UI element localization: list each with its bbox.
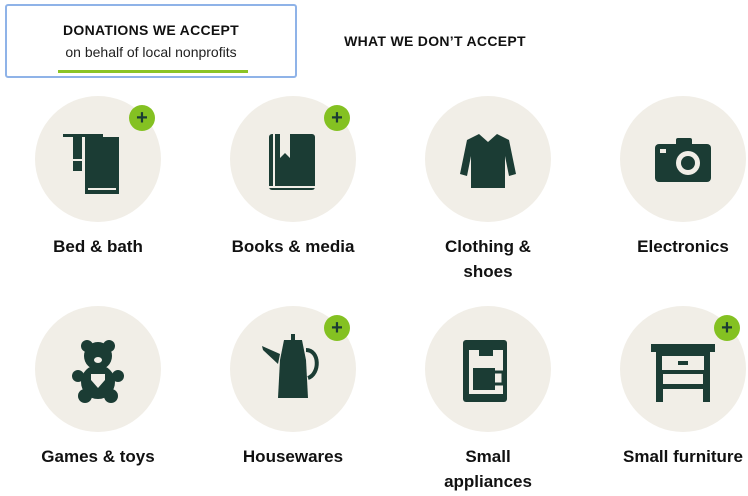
category-small-appliances[interactable]: Small appliances (390, 306, 570, 496)
category-books-media[interactable]: + Books & media (195, 96, 375, 286)
label-line: Electronics (637, 237, 729, 256)
label-line: Bed & bath (53, 237, 143, 256)
category-label: Games & toys (0, 444, 196, 469)
sweater-icon (460, 134, 516, 188)
towel-rack-icon (63, 134, 119, 194)
label-line: Housewares (242, 447, 344, 466)
nightstand-icon (651, 344, 715, 402)
tab-what-we-dont-accept[interactable]: WHAT WE DON’T ACCEPT (330, 33, 540, 49)
plus-badge[interactable]: + (324, 315, 350, 341)
label-line: Clothing & (445, 237, 531, 256)
tab-accept-subtitle: on behalf of local nonprofits (65, 44, 237, 60)
category-electronics[interactable]: Electronics (585, 96, 748, 286)
label-line: appliances (444, 472, 532, 491)
category-label: Bed & bath (0, 234, 196, 259)
category-housewares[interactable]: + Housewares (195, 306, 375, 496)
coffee-maker-icon (463, 340, 507, 402)
camera-icon (655, 138, 711, 182)
category-grid: + Bed & bath + Books & media Clothing & … (0, 96, 748, 491)
label-line: Small furniture (623, 447, 743, 466)
tab-accept-title: DONATIONS WE ACCEPT (62, 22, 240, 38)
category-label: Small furniture (585, 444, 748, 469)
donation-tabs: DONATIONS WE ACCEPT on behalf of local n… (0, 0, 748, 84)
label-line: Games & toys (41, 447, 155, 466)
book-icon (269, 134, 315, 190)
tab-donations-we-accept[interactable]: DONATIONS WE ACCEPT on behalf of local n… (5, 4, 297, 78)
active-tab-underline (58, 70, 248, 73)
plus-badge[interactable]: + (324, 105, 350, 131)
teddy-bear-icon (72, 340, 124, 403)
category-label: Books & media (195, 234, 391, 259)
category-bed-bath[interactable]: + Bed & bath (0, 96, 180, 286)
category-clothing-shoes[interactable]: Clothing & shoes (390, 96, 570, 286)
category-games-toys[interactable]: Games & toys (0, 306, 180, 496)
label-line: Small (465, 447, 511, 466)
label-line: Books & media (231, 237, 355, 256)
category-label: Clothing & shoes (390, 234, 586, 284)
label-line: shoes (463, 262, 513, 281)
plus-badge[interactable]: + (129, 105, 155, 131)
category-label: Electronics (585, 234, 748, 259)
coffee-pot-icon (262, 334, 319, 398)
plus-badge[interactable]: + (714, 315, 740, 341)
category-label: Housewares (195, 444, 391, 469)
category-small-furniture[interactable]: + Small furniture (585, 306, 748, 496)
category-label: Small appliances (390, 444, 586, 494)
